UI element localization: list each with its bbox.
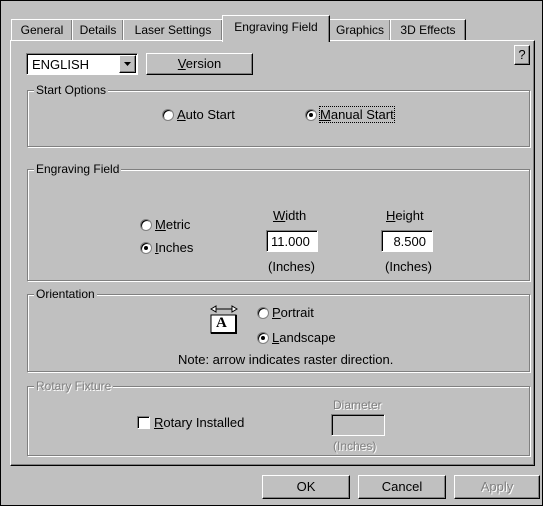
tab-graphics[interactable]: Graphics [329, 19, 391, 40]
tab-3d-effects[interactable]: 3D Effects [390, 19, 466, 40]
rotary-fixture-group: Rotary Fixture [27, 379, 530, 456]
apply-button[interactable]: Apply [454, 475, 540, 499]
tab-engraving-field[interactable]: Engraving Field [222, 15, 330, 42]
metric-label[interactable]: Metric [155, 217, 190, 232]
manual-start-label[interactable]: Manual Start [319, 106, 395, 123]
landscape-preview-letter: A [216, 315, 227, 331]
auto-start-accel: A [177, 107, 186, 122]
metric-accel: M [155, 217, 166, 232]
inches-label-text: nches [158, 240, 194, 255]
orientation-title: Orientation [34, 287, 97, 301]
height-input-value: 8.500 [393, 234, 426, 249]
rotary-installed-label-text: otary Installed [163, 415, 245, 430]
chevron-down-icon [124, 62, 131, 66]
height-input[interactable]: 8.500 [381, 230, 433, 252]
width-label-text: idth [285, 208, 307, 223]
ok-button-label: OK [296, 479, 316, 494]
manual-start-label-text: anual Start [330, 107, 394, 122]
tab-laser-settings[interactable]: Laser Settings [123, 19, 223, 40]
width-label: Width [273, 208, 306, 223]
radio-dot-icon [309, 113, 313, 117]
engraving-field-title: Engraving Field [34, 162, 122, 176]
metric-label-text: etric [165, 217, 191, 232]
manual-start-radio[interactable] [305, 109, 317, 121]
tab-general[interactable]: General [11, 19, 73, 40]
version-label: ersion [185, 56, 222, 71]
ok-button[interactable]: OK [262, 475, 350, 499]
inches-radio[interactable] [140, 242, 152, 254]
diameter-label: Diameter [333, 398, 382, 412]
portrait-label-text: ortrait [280, 305, 314, 320]
start-options-group: Start Options [27, 83, 530, 147]
height-label: Height [386, 208, 424, 223]
landscape-preview-icon: A [208, 305, 240, 335]
diameter-unit: (Inches) [333, 439, 377, 453]
dropdown-arrow-button[interactable] [119, 55, 136, 73]
auto-start-label[interactable]: Auto Start [177, 107, 235, 122]
landscape-radio[interactable] [257, 332, 269, 344]
tab-graphics-label: Graphics [335, 23, 385, 37]
auto-start-radio[interactable] [162, 109, 174, 121]
rotary-installed-label[interactable]: Rotary Installed [154, 415, 244, 430]
language-select[interactable]: ENGLISH [26, 53, 138, 75]
version-button[interactable]: Version [146, 53, 253, 75]
height-accel: H [386, 208, 396, 223]
cancel-button-label: Cancel [381, 479, 423, 494]
diameter-input[interactable] [331, 414, 385, 436]
tab-3d-effects-label: 3D Effects [400, 23, 456, 37]
version-accel: V [177, 56, 186, 71]
rotary-installed-accel: R [154, 415, 164, 430]
width-input-value: 11.000 [271, 234, 310, 249]
rotary-installed-checkbox[interactable] [137, 416, 150, 429]
height-label-text: eight [395, 208, 424, 223]
tab-general-label: General [20, 23, 64, 37]
height-unit: (Inches) [385, 259, 432, 274]
portrait-radio[interactable] [257, 307, 269, 319]
portrait-accel: P [272, 305, 281, 320]
raster-direction-note: Note: arrow indicates raster direction. [178, 352, 394, 367]
manual-start-accel: M [320, 107, 331, 122]
tab-laser-settings-label: Laser Settings [134, 23, 212, 37]
apply-button-label: Apply [480, 479, 514, 494]
landscape-label[interactable]: Landscape [272, 330, 336, 345]
metric-radio[interactable] [140, 219, 152, 231]
tab-details-label: Details [79, 23, 117, 37]
landscape-label-text: andscape [279, 330, 336, 345]
dialog-window: General Details Laser Settings Engraving… [0, 0, 543, 506]
radio-dot-icon [261, 336, 265, 340]
portrait-label[interactable]: Portrait [272, 305, 314, 320]
width-unit: (Inches) [268, 259, 315, 274]
width-input[interactable]: 11.000 [266, 230, 318, 252]
width-accel: W [273, 208, 286, 223]
rotary-fixture-title: Rotary Fixture [34, 379, 114, 393]
auto-start-label-text: uto Start [185, 107, 235, 122]
tab-details[interactable]: Details [72, 19, 124, 40]
inches-label[interactable]: Inches [155, 240, 193, 255]
start-options-title: Start Options [34, 83, 109, 97]
help-button[interactable]: ? [514, 45, 530, 65]
language-select-value: ENGLISH [32, 57, 90, 72]
tab-engraving-field-label: Engraving Field [234, 20, 318, 34]
cancel-button[interactable]: Cancel [358, 475, 446, 499]
help-button-label: ? [518, 47, 526, 62]
radio-dot-icon [144, 246, 148, 250]
